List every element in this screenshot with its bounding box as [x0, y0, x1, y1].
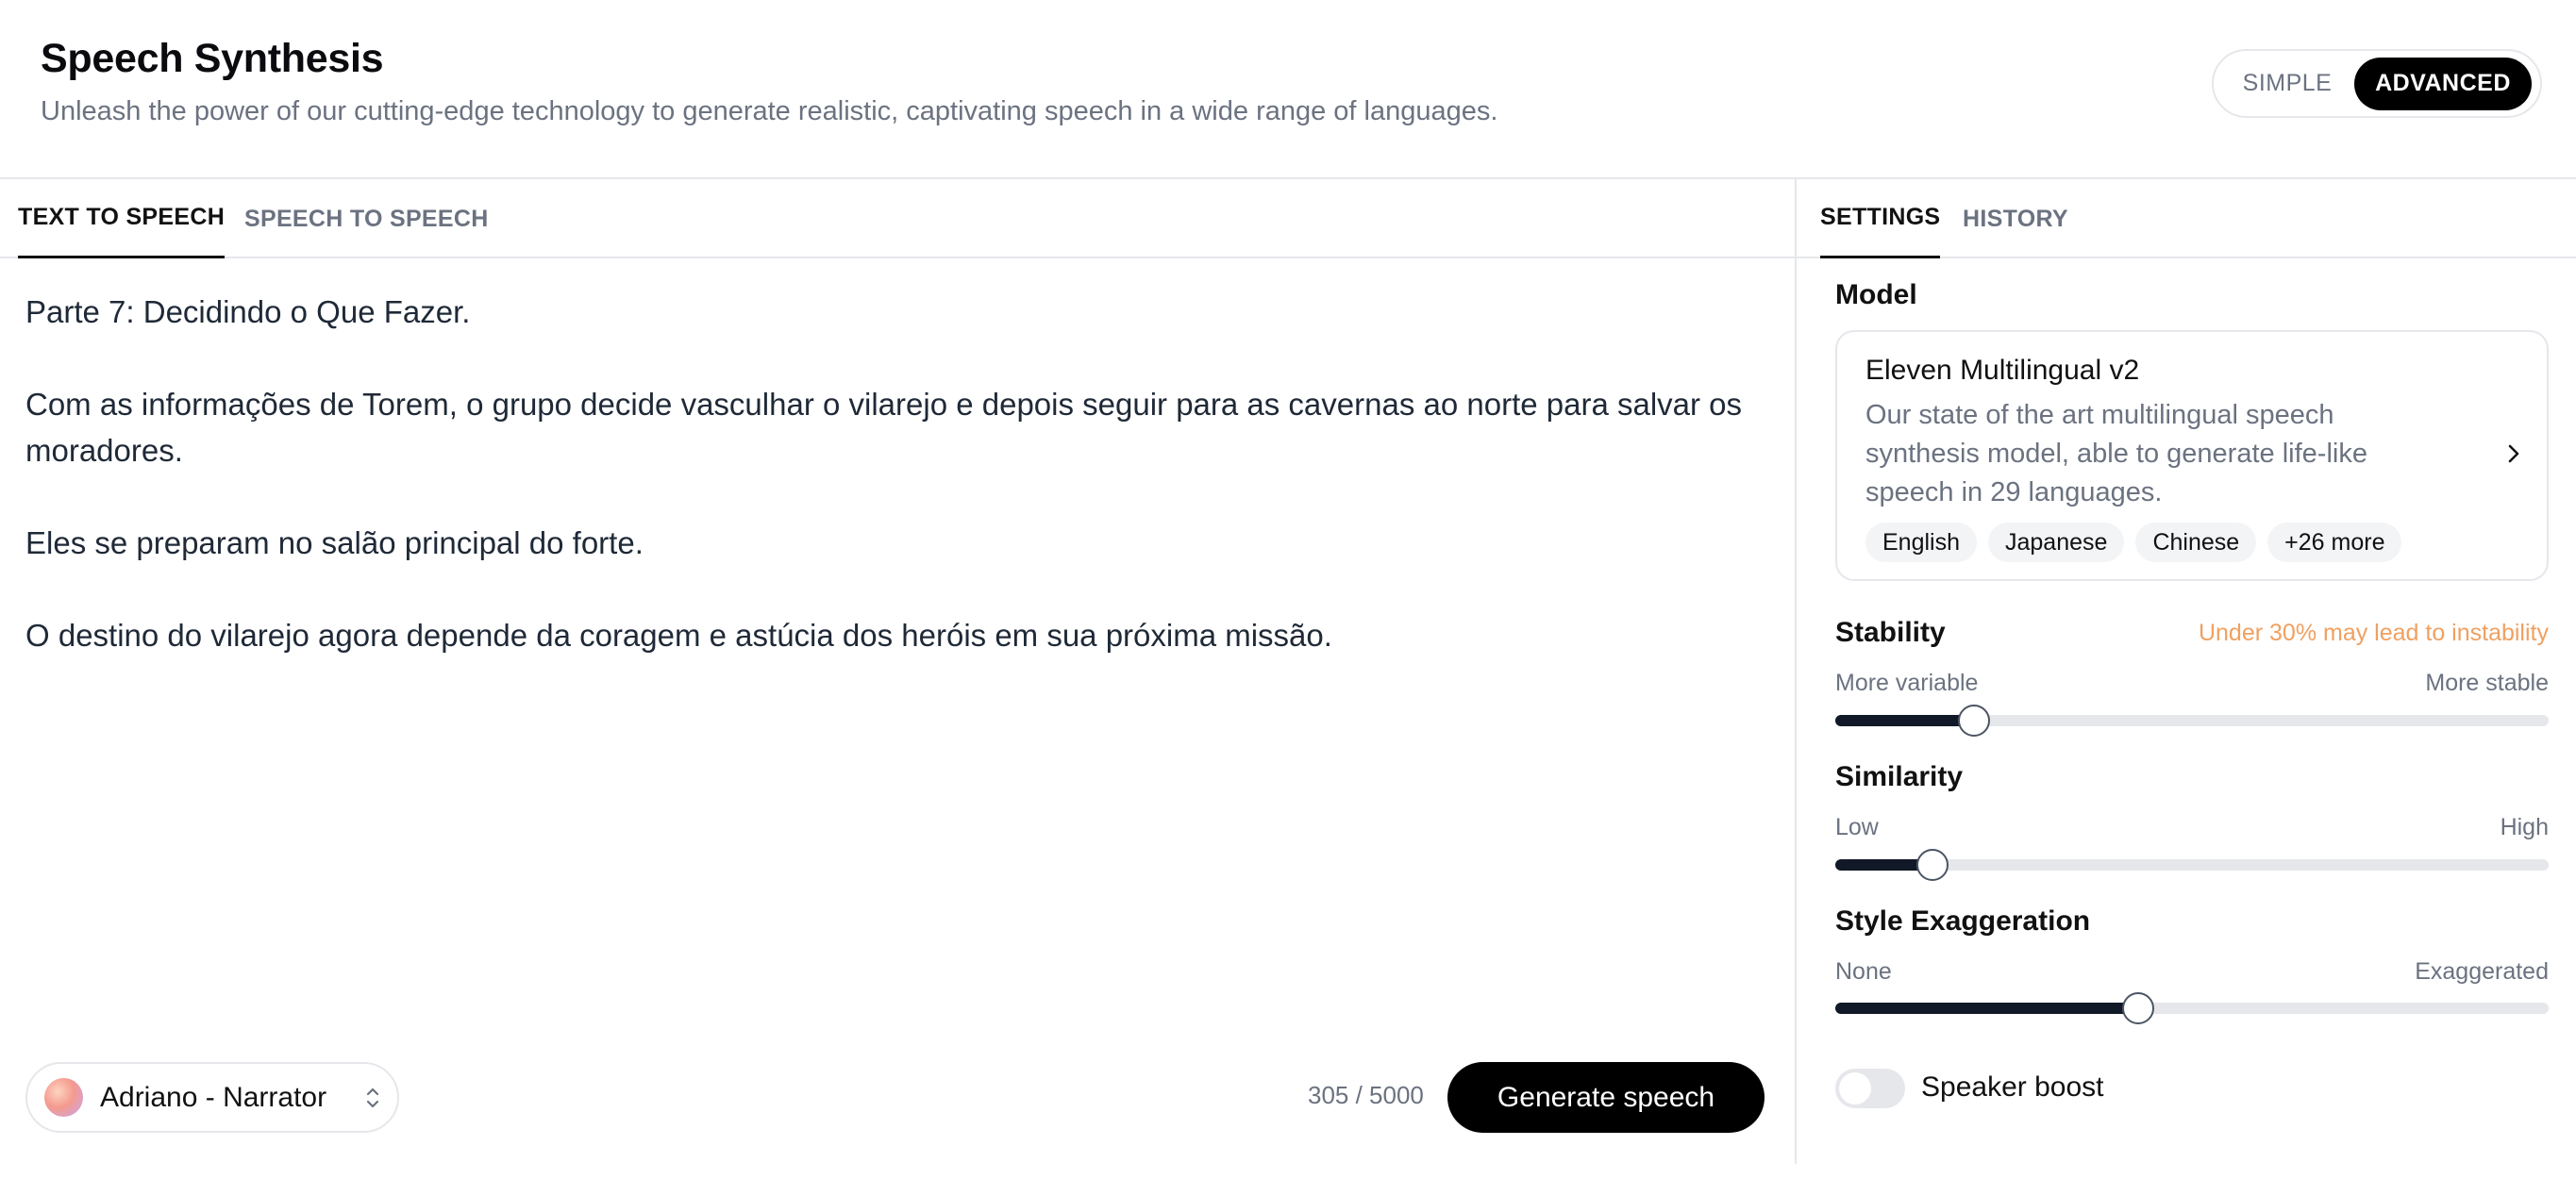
model-name: Eleven Multilingual v2 [1865, 355, 2140, 386]
editor-paragraph: O destino do vilarejo agora depende da c… [25, 618, 1332, 653]
slider-fill [1835, 715, 1975, 726]
language-tag-more: +26 more [2267, 523, 2402, 562]
chevron-up-down-icon [366, 1088, 379, 1108]
editor-paragraph: Eles se preparam no salão principal do f… [25, 525, 644, 560]
page-header: Speech Synthesis Unleash the power of ou… [0, 0, 2576, 179]
language-tag: English [1865, 523, 1977, 562]
page-subtitle: Unleash the power of our cutting-edge te… [41, 96, 1498, 126]
speaker-boost-label: Speaker boost [1921, 1071, 2104, 1103]
slider-thumb[interactable] [1915, 849, 1949, 881]
similarity-min-label: Low [1835, 814, 1879, 840]
stability-max-label: More stable [2425, 670, 2549, 696]
mode-toggle: SIMPLE ADVANCED [2212, 49, 2542, 118]
voice-name: Adriano - Narrator [100, 1081, 327, 1113]
style-max-label: Exaggerated [2415, 958, 2549, 985]
tab-text-to-speech[interactable]: TEXT TO SPEECH [18, 179, 226, 258]
model-description: Our state of the art multilingual speech… [1865, 400, 2367, 507]
similarity-max-label: High [2500, 814, 2549, 840]
model-card[interactable]: Eleven Multilingual v2 Our state of the … [1835, 330, 2549, 581]
toggle-knob [1839, 1072, 1871, 1104]
stability-warning: Under 30% may lead to instability [2198, 620, 2549, 646]
left-tab-bar: TEXT TO SPEECH SPEECH TO SPEECH [0, 179, 1795, 258]
tab-history[interactable]: HISTORY [1963, 179, 2068, 258]
tab-speech-to-speech[interactable]: SPEECH TO SPEECH [244, 179, 489, 258]
text-editor[interactable]: Parte 7: Decidindo o Que Fazer. Com as i… [25, 289, 1762, 705]
editor-paragraph: Parte 7: Decidindo o Que Fazer. [25, 294, 471, 329]
voice-select[interactable]: Adriano - Narrator [25, 1062, 399, 1133]
slider-fill [1835, 1003, 2138, 1014]
style-min-label: None [1835, 958, 1892, 985]
stability-label: Stability [1835, 617, 1946, 648]
voice-avatar [44, 1078, 83, 1117]
style-exaggeration-label: Style Exaggeration [1835, 905, 2091, 937]
slider-thumb[interactable] [2121, 992, 2154, 1024]
mode-advanced-button[interactable]: ADVANCED [2354, 57, 2532, 110]
panel-divider [1795, 179, 1797, 1164]
model-label: Model [1835, 279, 1917, 310]
stability-min-label: More variable [1835, 670, 1979, 696]
language-tags: English Japanese Chinese +26 more [1865, 523, 2402, 562]
speaker-boost-toggle[interactable] [1835, 1069, 1905, 1108]
page-title: Speech Synthesis [41, 36, 384, 81]
similarity-slider[interactable] [1835, 849, 2549, 881]
character-count: 305 / 5000 [1308, 1081, 1424, 1109]
language-tag: Chinese [2135, 523, 2257, 562]
similarity-label: Similarity [1835, 761, 1964, 792]
tab-settings[interactable]: SETTINGS [1820, 179, 1941, 258]
language-tag: Japanese [1988, 523, 2125, 562]
right-tab-bar: SETTINGS HISTORY [1797, 179, 2576, 258]
editor-paragraph: Com as informações de Torem, o grupo dec… [25, 387, 1743, 468]
generate-speech-button[interactable]: Generate speech [1447, 1062, 1765, 1133]
stability-slider[interactable] [1835, 705, 2549, 737]
slider-thumb[interactable] [1958, 705, 1991, 737]
mode-simple-button[interactable]: SIMPLE [2220, 58, 2354, 110]
style-exaggeration-slider[interactable] [1835, 992, 2549, 1024]
chevron-right-icon [2508, 444, 2519, 463]
